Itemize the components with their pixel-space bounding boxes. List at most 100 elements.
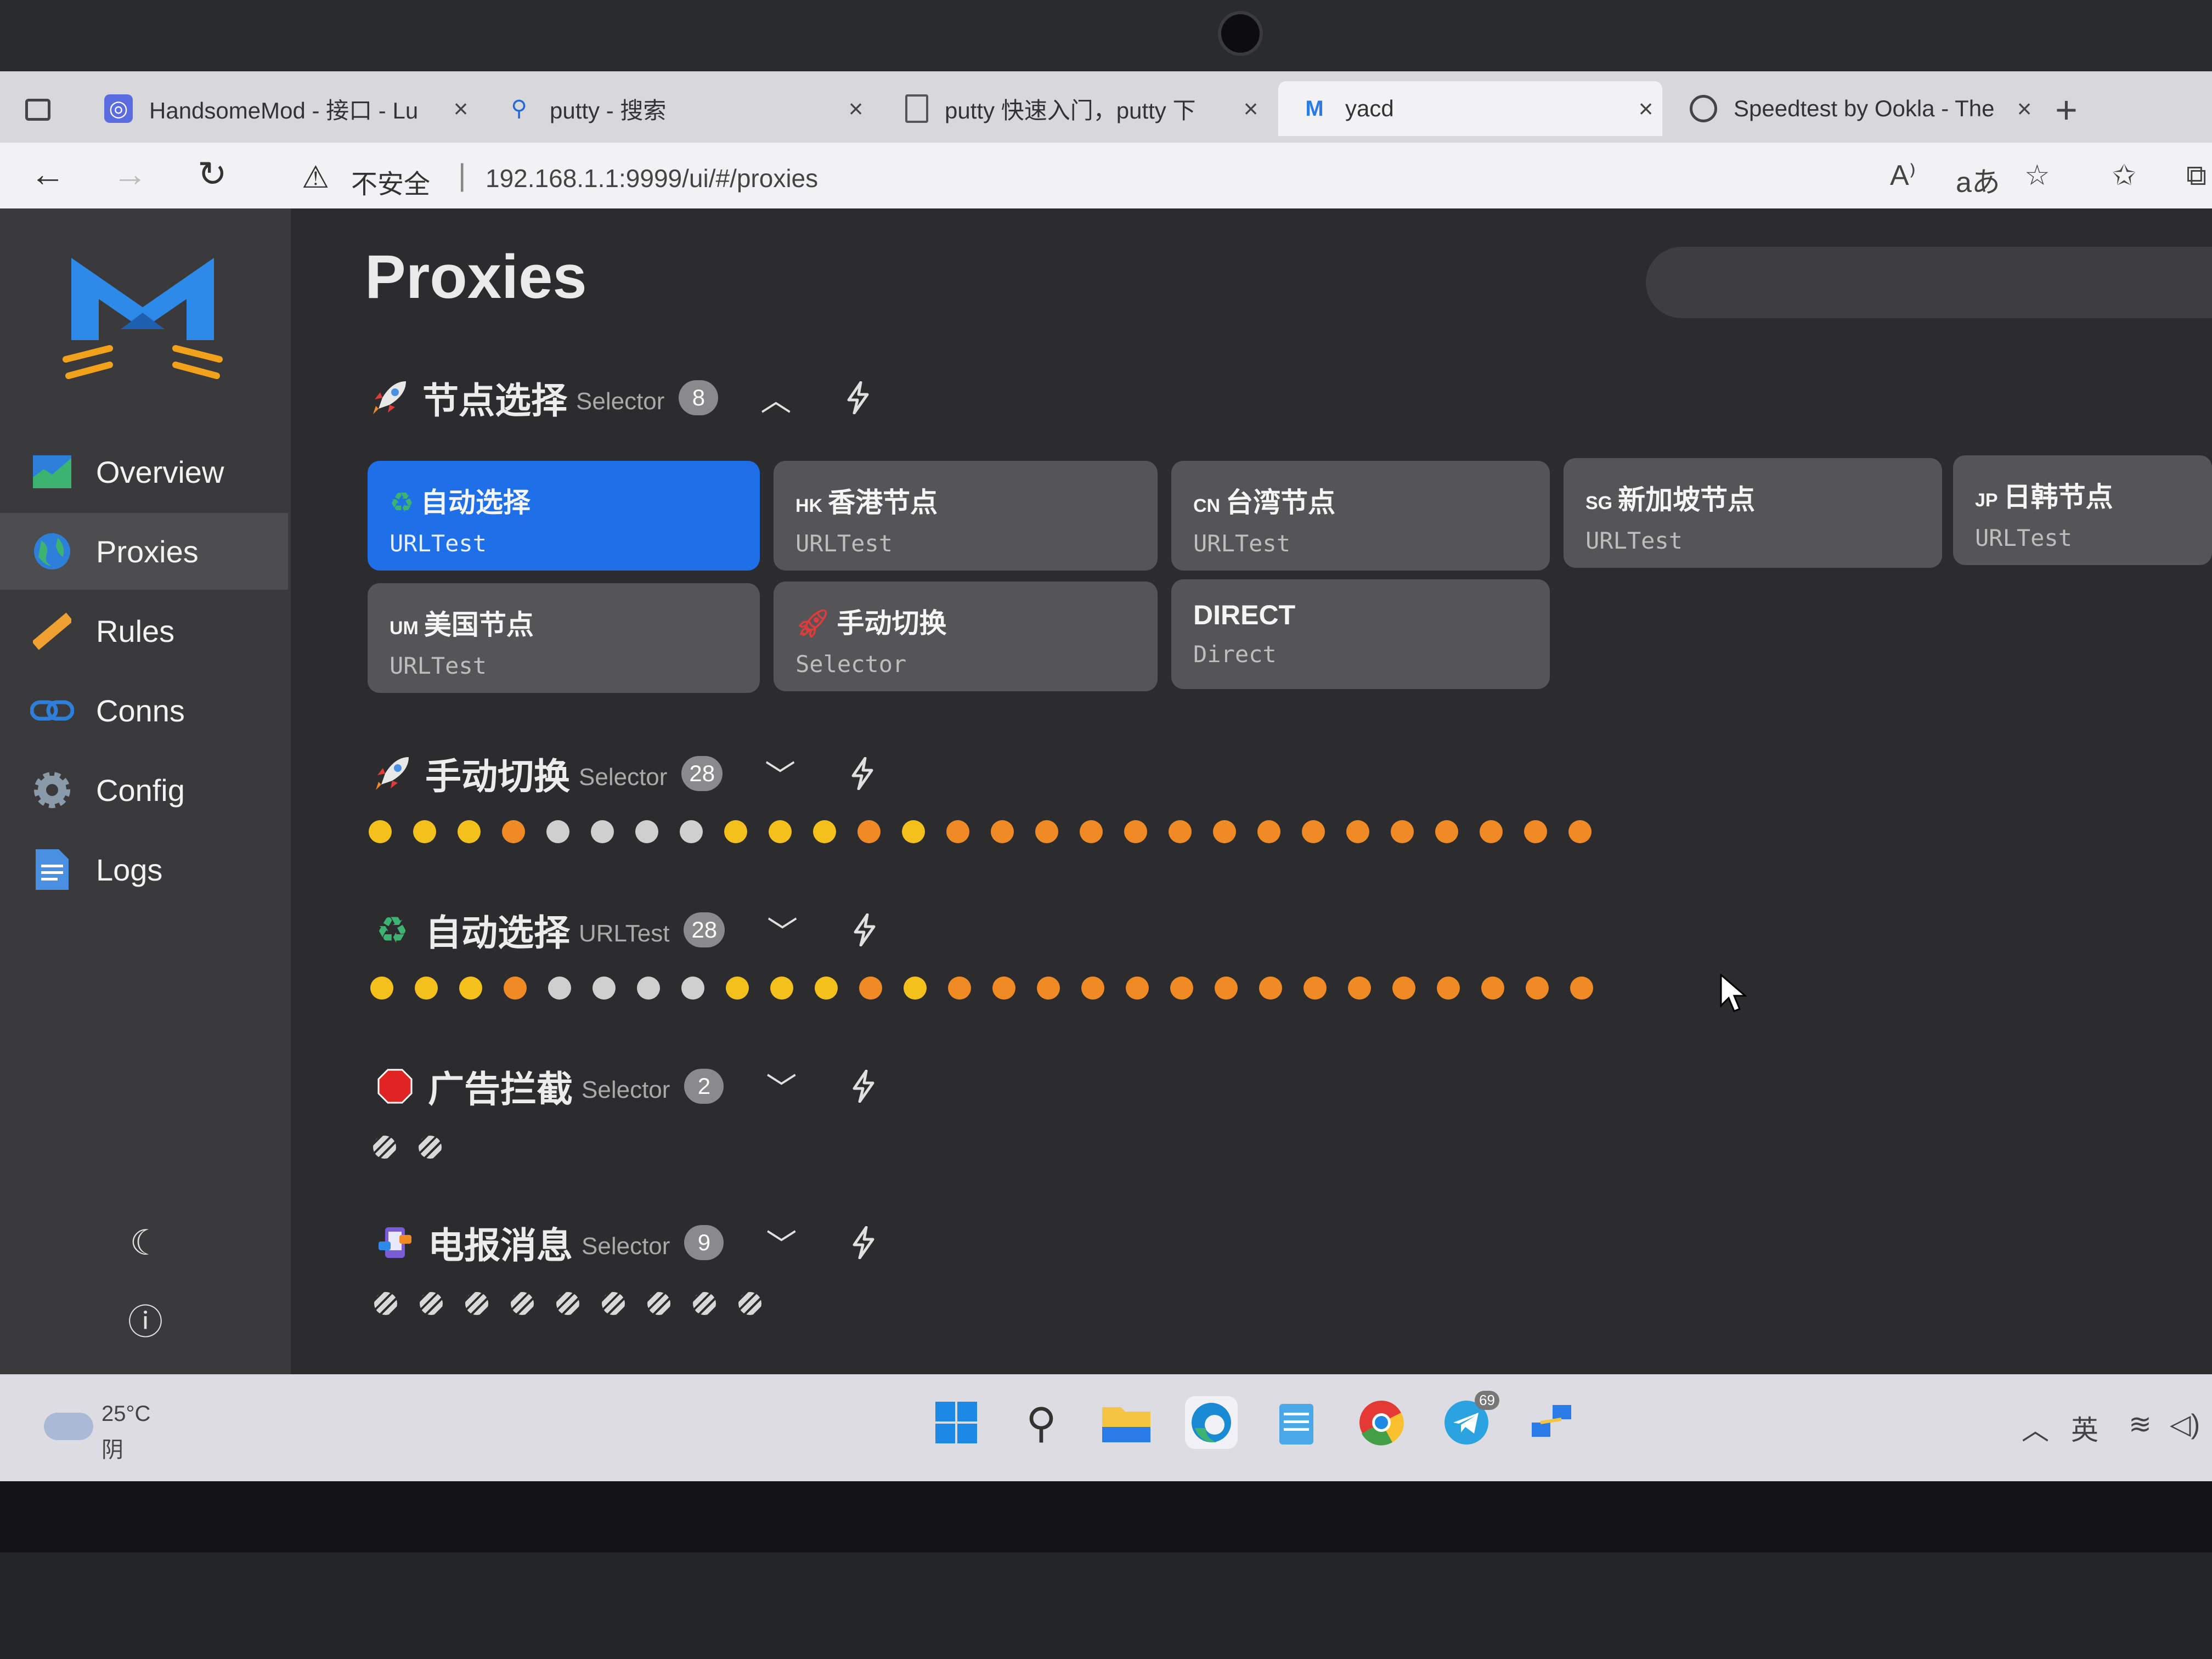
tab-actions-icon[interactable] <box>25 99 50 121</box>
chrome-icon[interactable] <box>1355 1396 1408 1449</box>
latency-dot[interactable] <box>1435 820 1458 843</box>
latency-dot[interactable] <box>415 977 438 1000</box>
proxy-card-jp[interactable]: JP 日韩节点 URLTest <box>1953 455 2212 565</box>
latency-dot[interactable] <box>1437 977 1460 1000</box>
latency-dot[interactable] <box>769 820 792 843</box>
close-tab-icon[interactable]: × <box>1234 94 1267 123</box>
chevron-down-icon[interactable]: ﹀ <box>762 1064 800 1109</box>
latency-dot[interactable] <box>1257 820 1280 843</box>
latency-dot[interactable] <box>902 820 925 843</box>
latency-dot[interactable] <box>1304 977 1327 1000</box>
latency-dot[interactable] <box>1124 820 1147 843</box>
latency-dot[interactable] <box>815 977 838 1000</box>
latency-dot[interactable] <box>1215 977 1238 1000</box>
latency-dot[interactable] <box>419 1136 442 1159</box>
latency-dot[interactable] <box>370 977 393 1000</box>
latency-dot[interactable] <box>1302 820 1325 843</box>
chevron-up-icon[interactable]: ︿ <box>757 376 795 420</box>
sidebar-item-logs[interactable]: Logs <box>0 831 288 908</box>
latency-dot[interactable] <box>511 1292 534 1315</box>
latency-dot[interactable] <box>602 1292 625 1315</box>
telegram-icon[interactable]: 69 <box>1440 1391 1499 1449</box>
latency-dot[interactable] <box>647 1292 670 1315</box>
latency-dot[interactable] <box>1037 977 1060 1000</box>
sidebar-item-rules[interactable]: Rules <box>0 592 288 669</box>
forward-arrow-icon[interactable]: → <box>112 154 148 194</box>
latency-test-bolt-icon[interactable] <box>839 379 877 417</box>
latency-dot[interactable] <box>1348 977 1371 1000</box>
latency-dot[interactable] <box>948 977 971 1000</box>
cloud-icon[interactable] <box>44 1413 93 1440</box>
latency-dot[interactable] <box>991 820 1014 843</box>
latency-dot[interactable] <box>1080 820 1103 843</box>
latency-dot[interactable] <box>680 820 703 843</box>
latency-dot[interactable] <box>1524 820 1547 843</box>
add-favorite-icon[interactable]: ☆ <box>2024 159 2050 192</box>
proxy-group-header[interactable]: 手动切换 Selector 28 ﹀ <box>370 743 882 804</box>
latency-dot[interactable] <box>1081 977 1104 1000</box>
proxy-card-cn[interactable]: CN 台湾节点 URLTest <box>1171 461 1550 571</box>
latency-dot[interactable] <box>556 1292 579 1315</box>
latency-dot[interactable] <box>724 820 747 843</box>
latency-dot[interactable] <box>1346 820 1369 843</box>
collections-icon[interactable]: ⧉ <box>2186 159 2207 193</box>
latency-dot[interactable] <box>681 977 704 1000</box>
tab-handsomemod[interactable]: ◎ HandsomeMod - 接口 - Lu × <box>82 81 477 136</box>
latency-dot[interactable] <box>946 820 969 843</box>
latency-dot[interactable] <box>635 820 658 843</box>
favorites-icon[interactable]: ✩ <box>2112 159 2136 192</box>
proxy-group-header[interactable]: 节点选择 Selector 8 ︿ <box>368 368 877 428</box>
latency-dot[interactable] <box>1170 977 1193 1000</box>
warning-triangle-icon[interactable]: ⚠ <box>302 159 329 195</box>
latency-test-bolt-icon[interactable] <box>845 911 884 949</box>
latency-dot[interactable] <box>373 1136 396 1159</box>
search-input[interactable] <box>1646 247 2212 318</box>
latency-dot[interactable] <box>465 1292 488 1315</box>
proxy-group-header[interactable]: ♻ 自动选择 URLTest 28 ﹀ <box>370 900 884 960</box>
chevron-down-icon[interactable]: ﹀ <box>763 908 802 952</box>
tab-speedtest[interactable]: Speedtest by Ookla - The × <box>1668 81 2041 136</box>
close-tab-icon[interactable]: × <box>2008 94 2041 123</box>
latency-dot[interactable] <box>1259 977 1282 1000</box>
latency-dot[interactable] <box>374 1292 397 1315</box>
refresh-icon[interactable]: ↻ <box>198 154 227 195</box>
read-aloud-icon[interactable]: A⁾ <box>1890 159 1916 192</box>
latency-dot[interactable] <box>1035 820 1058 843</box>
weather-temperature[interactable]: 25°C <box>101 1402 150 1426</box>
tab-yacd[interactable]: M yacd × <box>1278 81 1662 136</box>
latency-dot[interactable] <box>1126 977 1149 1000</box>
close-tab-icon[interactable]: × <box>839 94 872 123</box>
latency-dot[interactable] <box>502 820 525 843</box>
tab-putty-search[interactable]: ⚲ putty - 搜索 × <box>483 81 872 136</box>
latency-dot[interactable] <box>548 977 571 1000</box>
latency-dot[interactable] <box>857 820 881 843</box>
close-tab-icon[interactable]: × <box>1629 94 1662 123</box>
proxy-card-um[interactable]: UM 美国节点 URLTest <box>368 583 760 693</box>
proxy-card-sg[interactable]: SG 新加坡节点 URLTest <box>1564 458 1942 568</box>
proxy-card-auto-select[interactable]: ♻ 自动选择 URLTest <box>368 461 760 571</box>
proxy-card-manual-switch[interactable]: 🚀︎ 手动切换 Selector <box>774 582 1158 691</box>
latency-dot[interactable] <box>1570 977 1593 1000</box>
latency-dot[interactable] <box>1481 977 1504 1000</box>
sidebar-item-overview[interactable]: Overview <box>0 433 288 510</box>
latency-dot[interactable] <box>504 977 527 1000</box>
latency-dot[interactable] <box>813 820 836 843</box>
latency-dot[interactable] <box>637 977 660 1000</box>
latency-dot[interactable] <box>1526 977 1549 1000</box>
windows-start-icon[interactable] <box>930 1396 983 1449</box>
sidebar-item-config[interactable]: Config <box>0 752 288 828</box>
edge-icon[interactable] <box>1185 1396 1238 1449</box>
file-explorer-icon[interactable] <box>1100 1396 1153 1449</box>
latency-dot[interactable] <box>770 977 793 1000</box>
latency-dot[interactable] <box>369 820 392 843</box>
latency-dot[interactable] <box>1213 820 1236 843</box>
url-input[interactable]: 192.168.1.1:9999/ui/#/proxies <box>486 163 818 193</box>
latency-test-bolt-icon[interactable] <box>844 1223 883 1262</box>
latency-dot[interactable] <box>459 977 482 1000</box>
proxy-card-direct[interactable]: DIRECT Direct <box>1171 579 1550 689</box>
search-icon[interactable]: ⚲ <box>1015 1396 1068 1449</box>
latency-dot[interactable] <box>992 977 1015 1000</box>
latency-test-bolt-icon[interactable] <box>843 754 882 793</box>
wifi-icon[interactable]: ≋ <box>2129 1408 2152 1440</box>
latency-dot[interactable] <box>726 977 749 1000</box>
